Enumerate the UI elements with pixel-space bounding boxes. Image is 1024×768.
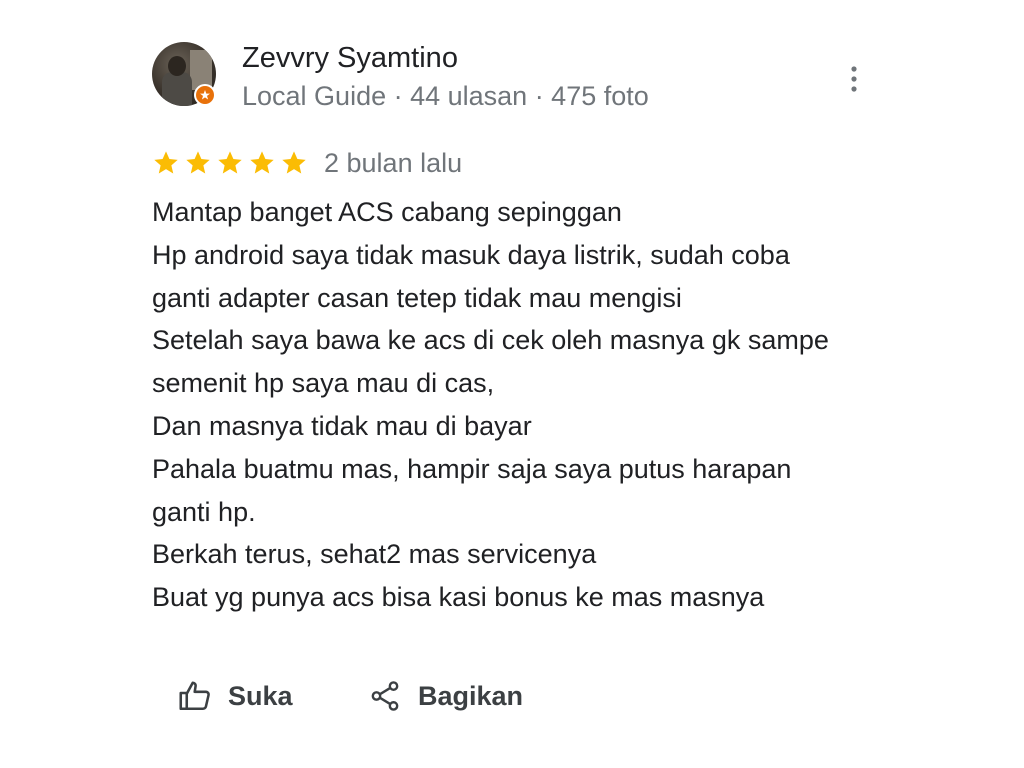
star-icon xyxy=(154,151,178,174)
like-label: Suka xyxy=(228,680,293,711)
star-icon xyxy=(186,151,210,174)
reviewer-name[interactable]: Zevvry Syamtino xyxy=(242,40,458,76)
review-line: Hp android saya tidak masuk daya listrik… xyxy=(152,239,790,270)
review-time: 2 bulan lalu xyxy=(324,147,463,178)
star-rating xyxy=(152,149,308,177)
thumb-up-icon xyxy=(176,677,214,715)
rating-row: 2 bulan lalu xyxy=(152,146,462,180)
star-icon xyxy=(250,151,274,174)
reviewer-meta: Local Guide · 44 ulasan · 475 foto xyxy=(242,81,649,111)
avatar[interactable] xyxy=(152,42,216,106)
local-guide-badge-icon xyxy=(194,84,216,106)
review-line: Buat yg punya acs bisa kasi bonus ke mas… xyxy=(152,582,765,613)
more-vert-icon xyxy=(851,66,857,92)
review-line: Mantap banget ACS cabang sepinggan xyxy=(152,197,622,227)
review-line: Dan masnya tidak mau di bayar xyxy=(152,410,532,441)
star-icon xyxy=(218,151,242,174)
share-label: Bagikan xyxy=(418,680,524,711)
share-button[interactable]: Bagikan xyxy=(366,672,523,720)
review-line: ganti hp. xyxy=(152,496,256,527)
share-icon xyxy=(366,677,404,715)
review-line: Setelah saya bawa ke acs di cek oleh mas… xyxy=(152,325,829,356)
review-line: semenit hp saya mau di cas, xyxy=(152,368,495,399)
review-line: ganti adapter casan tetep tidak mau meng… xyxy=(152,282,682,313)
more-options-button[interactable] xyxy=(838,62,870,96)
review-line: Pahala buatmu mas, hampir saja saya putu… xyxy=(152,453,792,484)
review-line: Berkah terus, sehat2 mas servicenya xyxy=(152,539,597,570)
review-card: Zevvry Syamtino Local Guide · 44 ulasan … xyxy=(0,0,1024,768)
like-button[interactable]: Suka xyxy=(176,672,293,720)
review-text: Mantap banget ACS cabang sepinggan Hp an… xyxy=(152,191,912,619)
star-icon xyxy=(282,151,306,174)
